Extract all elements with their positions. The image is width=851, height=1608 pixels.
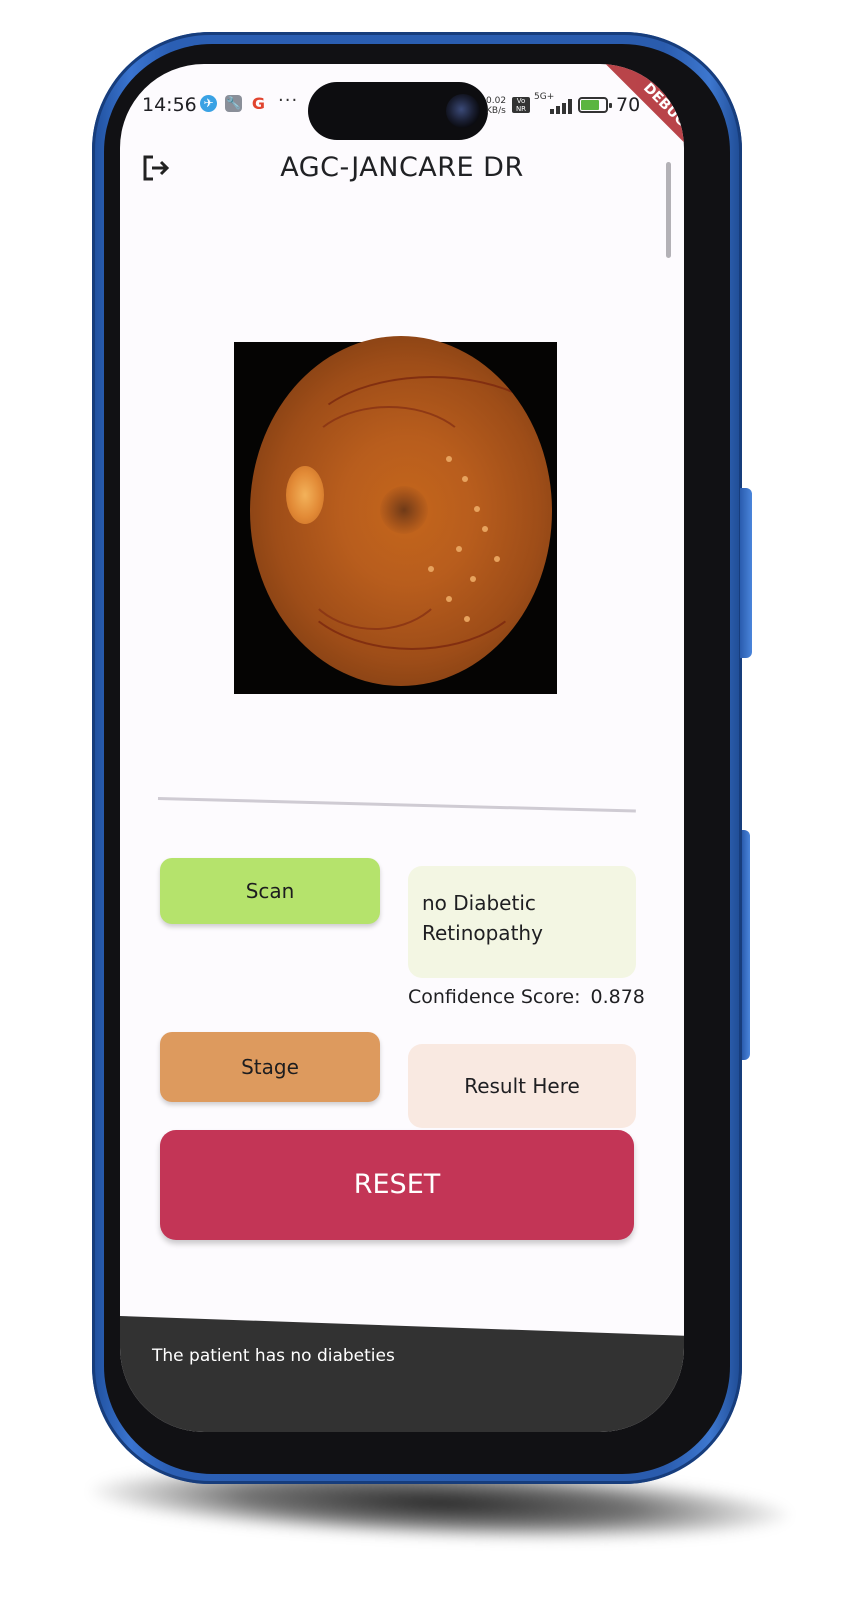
scrollbar[interactable] [666, 162, 671, 258]
stage-result-box: Result Here [408, 1044, 636, 1128]
app-title: AGC-JANCARE DR [280, 152, 524, 183]
telegram-icon: ✈ [200, 95, 217, 112]
app-screen: 14:56 ✈ 🔧 G ··· 0.02 KB/s Vo NR 5G+ 70 DE… [120, 64, 684, 1432]
retina-image [234, 336, 557, 694]
reset-button[interactable]: RESET [160, 1130, 634, 1240]
confidence-value: 0.878 [590, 986, 645, 1008]
battery-percent: 70 [616, 94, 641, 116]
snackbar [120, 1316, 684, 1432]
optic-disc [286, 466, 324, 524]
status-bar: 14:56 ✈ 🔧 G ··· 0.02 KB/s Vo NR 5G+ 70 DE… [120, 64, 684, 168]
signal-icon [544, 98, 574, 114]
more-notifications: ··· [278, 90, 299, 111]
divider [157, 797, 636, 813]
net-speed: 0.02 KB/s [486, 96, 507, 116]
stage-button[interactable]: Stage [160, 1032, 380, 1102]
macula [380, 486, 428, 534]
volte-icon: Vo NR [512, 97, 530, 113]
battery-icon [578, 97, 612, 113]
scan-result-box: no Diabetic Retinopathy [408, 866, 636, 978]
volume-button [742, 830, 750, 1060]
snackbar-message: The patient has no diabeties [152, 1346, 395, 1366]
confidence-score: Confidence Score: 0.878 [408, 986, 645, 1008]
camera-icon [446, 94, 480, 128]
power-button [740, 488, 752, 658]
confidence-label: Confidence Score: [408, 986, 581, 1008]
retina-fundus [250, 336, 552, 686]
status-time: 14:56 [142, 94, 197, 116]
scan-button[interactable]: Scan [160, 858, 380, 924]
wrench-icon: 🔧 [225, 95, 242, 112]
google-icon: G [251, 94, 266, 113]
